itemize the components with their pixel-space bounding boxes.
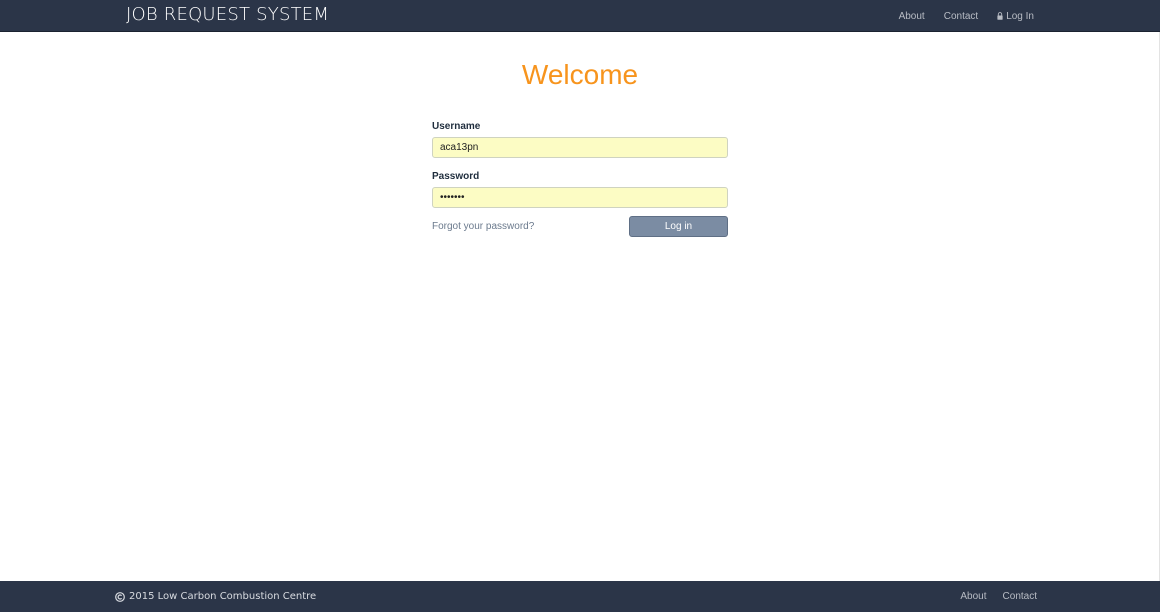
login-form: Username Password Forgot your password? … xyxy=(432,121,728,245)
password-group: Password xyxy=(432,171,728,208)
username-label: Username xyxy=(432,121,481,132)
top-navbar: JOB REQUEST SYSTEM About Contact Log In xyxy=(0,0,1160,32)
footer-contact-link[interactable]: Contact xyxy=(1003,591,1037,602)
copyright-text: 2015 Low Carbon Combustion Centre xyxy=(129,591,317,602)
username-input[interactable] xyxy=(432,137,728,158)
nav-login-label: Log In xyxy=(1006,10,1034,22)
footer-links: About Contact xyxy=(944,581,1037,612)
nav-links: About Contact Log In xyxy=(880,0,1034,32)
nav-contact-link[interactable]: Contact xyxy=(944,11,978,22)
password-input[interactable] xyxy=(432,187,728,208)
brand-logo[interactable]: JOB REQUEST SYSTEM xyxy=(126,4,329,26)
lock-icon xyxy=(997,12,1003,20)
page-title: Welcome xyxy=(521,59,639,90)
copyright-notice: 2015 Low Carbon Combustion Centre xyxy=(115,590,316,603)
form-actions: Forgot your password? Log in xyxy=(432,216,728,245)
nav-login-link[interactable]: Log In xyxy=(997,11,1034,22)
password-label: Password xyxy=(432,171,480,182)
username-group: Username xyxy=(432,121,728,158)
footer-about-link[interactable]: About xyxy=(960,591,986,602)
copyright-icon xyxy=(115,591,125,602)
footer: 2015 Low Carbon Combustion Centre About … xyxy=(0,581,1160,612)
forgot-password-link[interactable]: Forgot your password? xyxy=(432,221,534,232)
nav-about-link[interactable]: About xyxy=(899,11,925,22)
login-button[interactable]: Log in xyxy=(629,216,728,237)
